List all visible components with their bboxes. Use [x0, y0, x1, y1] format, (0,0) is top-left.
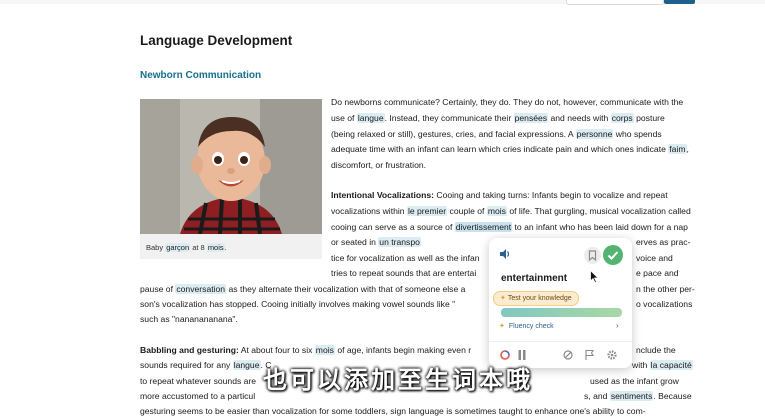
highlighted-word[interactable]: mois: [486, 205, 507, 216]
highlighted-word[interactable]: garçon: [165, 243, 191, 252]
section-title: Newborn Communication: [140, 70, 262, 81]
body-text: of age, infants begin making even r: [334, 345, 472, 355]
baby-figure: Baby garçon at 8 mois.: [140, 99, 322, 259]
figure-caption: Baby garçon at 8 mois.: [146, 243, 227, 252]
body-text: couple of: [447, 205, 487, 216]
baby-illustration: [140, 99, 322, 234]
bookmark-icon: [588, 250, 597, 262]
fluency-check-link[interactable]: ✦ Fluency check: [499, 322, 554, 330]
gear-icon[interactable]: [607, 350, 617, 362]
body-text: s, and: [584, 391, 610, 401]
body-text-fragment: to repeat whatever sounds are: [140, 376, 257, 386]
body-text-fragment: sounds required for any langue. C: [140, 358, 271, 374]
popup-word: entertainment: [501, 273, 568, 284]
body-text-fragment: s, and sentiments. Because: [584, 389, 692, 405]
fluency-label: Fluency check: [508, 323, 554, 330]
sparkle-icon: ✦: [499, 323, 505, 330]
body-text-fragment: e pace and: [636, 268, 679, 278]
body-text: At about four to six: [238, 345, 315, 355]
body-text-fragment: used as the infant grow: [590, 376, 679, 386]
highlighted-word[interactable]: pensées: [513, 112, 549, 123]
baby-photo: [140, 99, 322, 234]
paragraph-newborns: Do newborns communicate? Certainly, they…: [331, 95, 691, 174]
body-text-fragment: o vocalizations: [636, 299, 693, 309]
known-word-button[interactable]: [603, 245, 623, 265]
body-text-fragment: nclude the: [636, 345, 676, 355]
word-popup: entertainment noun ✦Test your knowledge …: [489, 238, 632, 368]
highlighted-word[interactable]: mois: [314, 345, 335, 355]
body-text-fragment: pause of conversation as they alternate …: [140, 282, 465, 298]
top-action-button[interactable]: [664, 0, 695, 4]
body-text-fragment: with la capacité: [632, 358, 693, 374]
flag-icon[interactable]: [585, 349, 594, 362]
body-text-fragment: voice and: [636, 253, 673, 263]
highlighted-word[interactable]: la capacité: [649, 360, 693, 370]
body-text: . Because: [653, 391, 692, 401]
body-text-fragment: n the other per-: [636, 284, 695, 294]
test-knowledge-tooltip[interactable]: ✦ Test your knowledge: [493, 291, 579, 306]
body-text: sounds required for any: [140, 360, 233, 370]
highlighted-word[interactable]: langue: [356, 112, 385, 123]
caption-text: .: [224, 243, 227, 252]
tooltip-label: Test your knowledge: [507, 295, 572, 302]
paragraph-lead: Babbling and gesturing:: [140, 345, 239, 355]
caption-text: Baby: [146, 243, 166, 252]
body-text-fragment: tice for vocalization as well as the inf…: [331, 253, 480, 263]
highlighted-word[interactable]: conversation: [175, 284, 227, 294]
checkmark-icon: [607, 251, 619, 260]
chevron-right-icon[interactable]: ›: [616, 321, 619, 330]
body-text: and needs with: [548, 112, 611, 123]
highlighted-word[interactable]: faim: [668, 144, 687, 155]
speaker-icon[interactable]: [499, 247, 511, 265]
sparkle-icon: ✦: [500, 295, 506, 302]
highlighted-word[interactable]: le premier: [406, 205, 448, 216]
highlighted-word[interactable]: personne: [575, 128, 614, 139]
body-text-fragment: gesturing seems to be easier than vocali…: [140, 406, 646, 416]
video-subtitle: 也可以添加至生词本哦: [263, 367, 533, 394]
definition-bar: ✦ Test your knowledge: [493, 291, 622, 317]
paragraph-lead: Intentional Vocalizations:: [331, 190, 434, 200]
bookmark-button[interactable]: [584, 247, 601, 264]
highlighted-word-selected[interactable]: divertissement: [454, 221, 513, 232]
paragraph-babbling: Babbling and gesturing: At about four to…: [140, 343, 471, 359]
page-title: Language Development: [140, 33, 293, 48]
body-text-fragment: more accustomed to a particul: [140, 391, 256, 401]
top-toolbar-widget[interactable]: [566, 0, 664, 5]
highlighted-word[interactable]: corps: [610, 112, 634, 123]
body-text-fragment: such as "nananananana".: [140, 314, 238, 324]
body-text: as they alternate their vocalization wit…: [226, 284, 466, 294]
body-text-fragment: son's vocalization has stopped. Cooing i…: [140, 299, 456, 309]
body-text-fragment: tries to repeat sounds that are entertai: [331, 268, 477, 278]
popup-divider: [489, 341, 632, 342]
mouse-cursor-icon: [590, 270, 599, 283]
highlighted-word[interactable]: un transpo: [378, 237, 421, 248]
body-text: with: [632, 360, 650, 370]
body-text: . Instead, they communicate their: [384, 112, 514, 123]
highlighted-word[interactable]: sentiments: [609, 391, 654, 401]
highlighted-word[interactable]: langue: [232, 360, 261, 370]
body-text: pause of: [140, 284, 176, 294]
body-text-fragment: erves as prac-: [636, 237, 691, 247]
caption-text: at 8: [190, 243, 207, 252]
highlighted-word[interactable]: mois: [206, 243, 225, 252]
